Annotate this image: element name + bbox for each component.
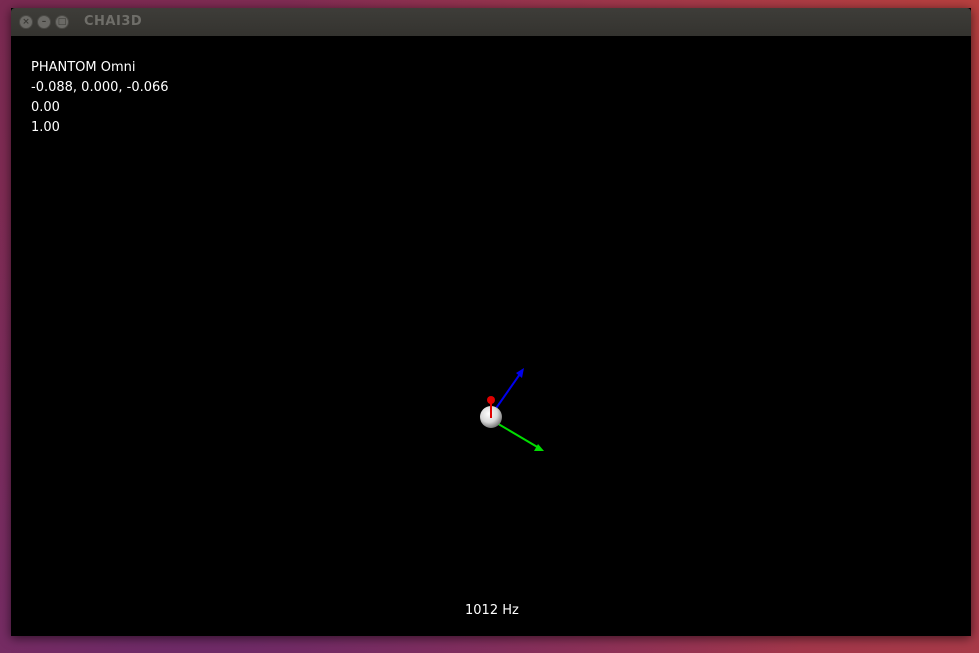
maximize-button[interactable]: □ — [55, 15, 69, 29]
close-button[interactable]: × — [19, 15, 33, 29]
minimize-button[interactable]: – — [37, 15, 51, 29]
haptic-rate-label: 1012 Hz — [465, 603, 519, 618]
window-title: CHAI3D — [84, 14, 143, 29]
app-window: × – □ CHAI3D PHANTOM Omni -0.088, 0.000,… — [11, 8, 971, 636]
haptic-scene — [480, 368, 544, 451]
y-axis-arrow — [494, 421, 544, 451]
minimize-icon: – — [41, 17, 47, 27]
title-bar[interactable]: × – □ CHAI3D — [11, 8, 971, 36]
3d-viewport[interactable]: PHANTOM Omni -0.088, 0.000, -0.066 0.00 … — [11, 36, 971, 636]
maximize-icon: □ — [57, 17, 67, 27]
z-axis-arrow — [491, 368, 524, 415]
close-icon: × — [22, 17, 30, 27]
